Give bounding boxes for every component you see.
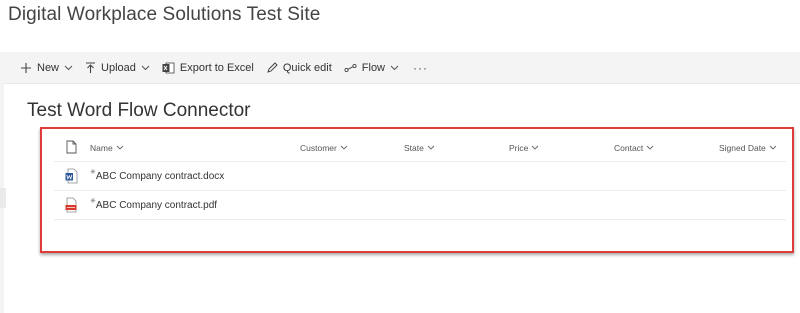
quickedit-label: Quick edit <box>282 61 332 74</box>
new-label: New <box>37 61 60 74</box>
word-doc-icon <box>62 162 80 190</box>
column-name-label: Name <box>90 142 113 153</box>
command-bar: New Upload Export to Excel Quick edit Fl… <box>4 52 800 84</box>
table-header: Name Customer State Price Contact Signed… <box>54 134 786 162</box>
table-row[interactable]: ✳ ABC Company contract.pdf <box>54 191 786 220</box>
flow-button[interactable]: Flow <box>344 52 399 84</box>
pencil-icon <box>266 61 278 74</box>
export-to-excel-button[interactable]: Export to Excel <box>162 52 254 84</box>
left-strip-mark <box>0 188 6 208</box>
new-item-indicator-icon: ✳ <box>90 198 96 205</box>
more-options-button[interactable]: ··· <box>413 61 428 75</box>
flow-icon <box>344 63 357 73</box>
list-title: Test Word Flow Connector <box>27 100 251 121</box>
left-strip <box>0 52 4 313</box>
column-header-state[interactable]: State <box>404 134 435 161</box>
chevron-down-icon <box>64 65 73 71</box>
chevron-down-icon <box>390 65 399 71</box>
file-name-link[interactable]: ✳ ABC Company contract.docx <box>90 162 224 190</box>
column-header-name[interactable]: Name <box>90 134 124 161</box>
quick-edit-button[interactable]: Quick edit <box>266 52 332 84</box>
chevron-down-icon <box>646 145 654 150</box>
column-header-signed-date[interactable]: Signed Date <box>719 134 777 161</box>
new-button[interactable]: New <box>20 52 73 84</box>
site-title: Digital Workplace Solutions Test Site <box>8 4 321 25</box>
upload-label: Upload <box>101 61 136 74</box>
pdf-file-icon <box>62 191 80 219</box>
column-signed-date-label: Signed Date <box>719 142 766 153</box>
chevron-down-icon <box>340 145 348 150</box>
new-item-indicator-icon: ✳ <box>90 169 96 176</box>
column-header-price[interactable]: Price <box>509 134 539 161</box>
column-customer-label: Customer <box>300 142 337 153</box>
column-header-customer[interactable]: Customer <box>300 134 348 161</box>
file-name-link[interactable]: ✳ ABC Company contract.pdf <box>90 191 217 219</box>
chevron-down-icon <box>769 145 777 150</box>
document-icon <box>66 140 77 156</box>
chevron-down-icon <box>141 65 150 71</box>
export-label: Export to Excel <box>179 61 254 74</box>
file-name: ABC Company contract.pdf <box>95 199 218 211</box>
document-table: Name Customer State Price Contact Signed… <box>54 134 786 220</box>
file-type-column-header[interactable] <box>62 134 80 161</box>
table-row[interactable]: ✳ ABC Company contract.docx <box>54 162 786 191</box>
upload-button[interactable]: Upload <box>85 52 150 84</box>
column-price-label: Price <box>509 142 529 153</box>
excel-icon <box>162 62 175 74</box>
column-state-label: State <box>404 142 424 153</box>
flow-label: Flow <box>361 61 386 74</box>
chevron-down-icon <box>531 145 539 150</box>
upload-icon <box>85 61 96 74</box>
column-header-contact[interactable]: Contact <box>614 134 654 161</box>
plus-icon <box>20 62 32 74</box>
chevron-down-icon <box>427 145 435 150</box>
column-contact-label: Contact <box>614 142 644 153</box>
chevron-down-icon <box>116 145 124 150</box>
file-name: ABC Company contract.docx <box>95 170 225 182</box>
